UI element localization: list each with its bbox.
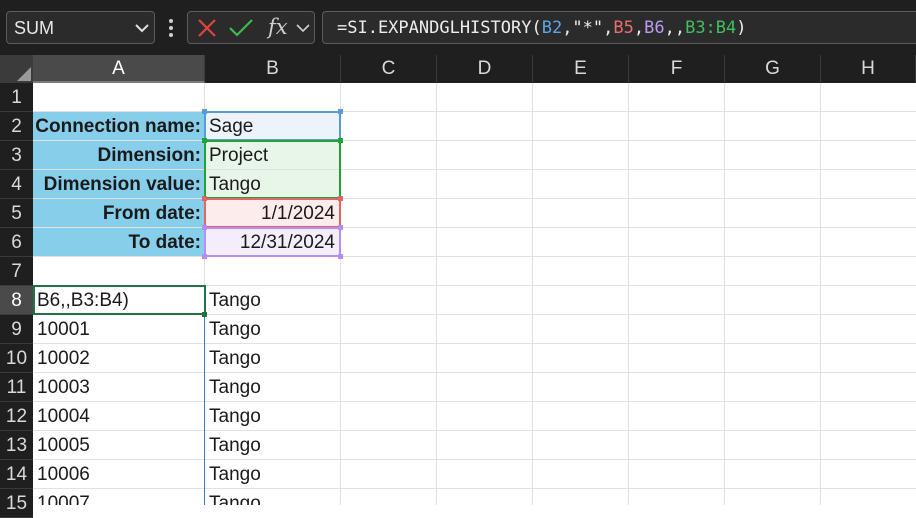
result-cell-b[interactable]: Tango [209, 489, 337, 505]
chevron-down-icon[interactable] [296, 23, 310, 33]
formula-separator: ,, [664, 18, 686, 38]
formula-text[interactable]: =SI.EXPANDGLHISTORY(B2,"*",B5,B6,,B3:B4) [337, 18, 747, 38]
parameter-label: Dimension value: [43, 174, 201, 195]
name-box[interactable]: SUM [6, 11, 155, 44]
row-header-4[interactable]: 4 [0, 170, 33, 199]
row-header-6[interactable]: 6 [0, 228, 33, 257]
parameter-label: From date: [102, 203, 201, 224]
column-header-f[interactable]: F [629, 55, 725, 83]
formula-bar[interactable]: =SI.EXPANDGLHISTORY(B2,"*",B5,B6,,B3:B4) [322, 11, 916, 44]
range-handle[interactable] [338, 225, 343, 230]
active-cell-editor[interactable]: B6,,B3:B4) [33, 285, 206, 315]
result-cell-a[interactable]: 10004 [37, 402, 201, 431]
gridline-vertical [628, 83, 629, 505]
insert-function-button[interactable]: fx [268, 15, 288, 39]
formula-ref-b5: B5 [613, 18, 634, 38]
formula-buttons: fx [187, 11, 315, 44]
result-cell-b[interactable]: Tango [209, 373, 337, 402]
formula-ref-b3-b4: B3:B4 [685, 18, 737, 38]
range-highlight-b5 [204, 198, 341, 228]
row-header-7[interactable]: 7 [0, 257, 33, 286]
spreadsheet-grid: ABCDEFGH 1 2 3 4 5 6 7 8 9 10 11 12 13 14 15 Connectio… [0, 55, 916, 518]
row-header-9[interactable]: 9 [0, 315, 33, 344]
column-header-c[interactable]: C [341, 55, 437, 83]
row-header-10[interactable]: 10 [0, 344, 33, 373]
result-cell-b[interactable]: Tango [209, 315, 337, 344]
formula-separator: , [633, 18, 645, 38]
result-cell-a[interactable]: 10002 [37, 344, 201, 373]
range-highlight-b6 [204, 227, 341, 257]
formula-ref-b2: B2 [541, 18, 563, 38]
range-handle[interactable] [338, 109, 343, 114]
row-header-3[interactable]: 3 [0, 141, 33, 170]
row-header-13[interactable]: 13 [0, 431, 33, 460]
range-highlight-b2 [204, 111, 341, 141]
range-handle[interactable] [202, 225, 207, 230]
result-cell-a[interactable]: 10006 [37, 460, 201, 489]
row-header-5[interactable]: 5 [0, 199, 33, 228]
parameter-label: Dimension: [97, 145, 201, 166]
gridline-vertical [820, 83, 821, 505]
spill-range-border [204, 286, 205, 505]
column-header-d[interactable]: D [437, 55, 533, 83]
gridline-vertical [724, 83, 725, 505]
row-header-8[interactable]: 8 [0, 286, 33, 315]
formula-close-paren: ) [736, 18, 747, 38]
formula-ref-b6: B6 [644, 18, 665, 38]
name-box-value: SUM [14, 18, 54, 38]
column-header-b[interactable]: B [205, 55, 341, 83]
formula-arg: ,"*", [562, 18, 614, 38]
range-handle[interactable] [202, 196, 207, 201]
column-header-a[interactable]: A [33, 55, 205, 83]
range-handle[interactable] [202, 109, 207, 114]
row-header-2[interactable]: 2 [0, 112, 33, 141]
active-cell-text[interactable]: B6,,B3:B4) [37, 286, 129, 315]
chevron-down-icon[interactable] [134, 22, 150, 34]
column-header-g[interactable]: G [725, 55, 821, 83]
result-cell-a[interactable]: 10007 [37, 489, 201, 505]
range-handle[interactable] [338, 196, 343, 201]
row-header-15[interactable]: 15 [0, 489, 33, 518]
result-cell-b[interactable]: Tango [209, 344, 337, 373]
row-header-11[interactable]: 11 [0, 373, 33, 402]
result-cell-b[interactable]: Tango [209, 431, 337, 460]
cell-area[interactable]: Connection name: Sage Dimension: Project Dim… [33, 83, 916, 505]
select-all-button[interactable] [0, 55, 33, 83]
result-cell-b[interactable]: Tango [209, 286, 337, 315]
range-handle[interactable] [202, 254, 207, 259]
fill-handle[interactable] [202, 312, 207, 317]
formula-toolbar: SUM fx =SI.EXPANDGLHISTORY(B2,"*",B5,B6,… [0, 0, 916, 55]
column-header-h[interactable]: H [821, 55, 916, 83]
row-header-12[interactable]: 12 [0, 402, 33, 431]
parameter-label: Connection name: [35, 116, 201, 137]
cancel-icon[interactable] [196, 17, 218, 39]
range-handle[interactable] [202, 138, 207, 143]
result-cell-a[interactable]: 10003 [37, 373, 201, 402]
range-handle[interactable] [338, 138, 343, 143]
more-options-icon[interactable] [166, 17, 176, 39]
result-cell-b[interactable]: Tango [209, 402, 337, 431]
result-cell-a[interactable]: 10001 [37, 315, 201, 344]
select-all-triangle-icon [17, 67, 31, 81]
gridline-vertical [436, 83, 437, 505]
parameter-label: To date: [128, 232, 201, 253]
row-header-1[interactable]: 1 [0, 83, 33, 112]
gridline-vertical [532, 83, 533, 505]
column-header-e[interactable]: E [533, 55, 629, 83]
enter-check-icon[interactable] [228, 17, 254, 39]
row-header-14[interactable]: 14 [0, 460, 33, 489]
result-cell-a[interactable]: 10005 [37, 431, 201, 460]
formula-function: =SI.EXPANDGLHISTORY( [337, 18, 542, 38]
range-highlight-b3-b4 [204, 140, 341, 199]
range-handle[interactable] [338, 254, 343, 259]
result-cell-b[interactable]: Tango [209, 460, 337, 489]
